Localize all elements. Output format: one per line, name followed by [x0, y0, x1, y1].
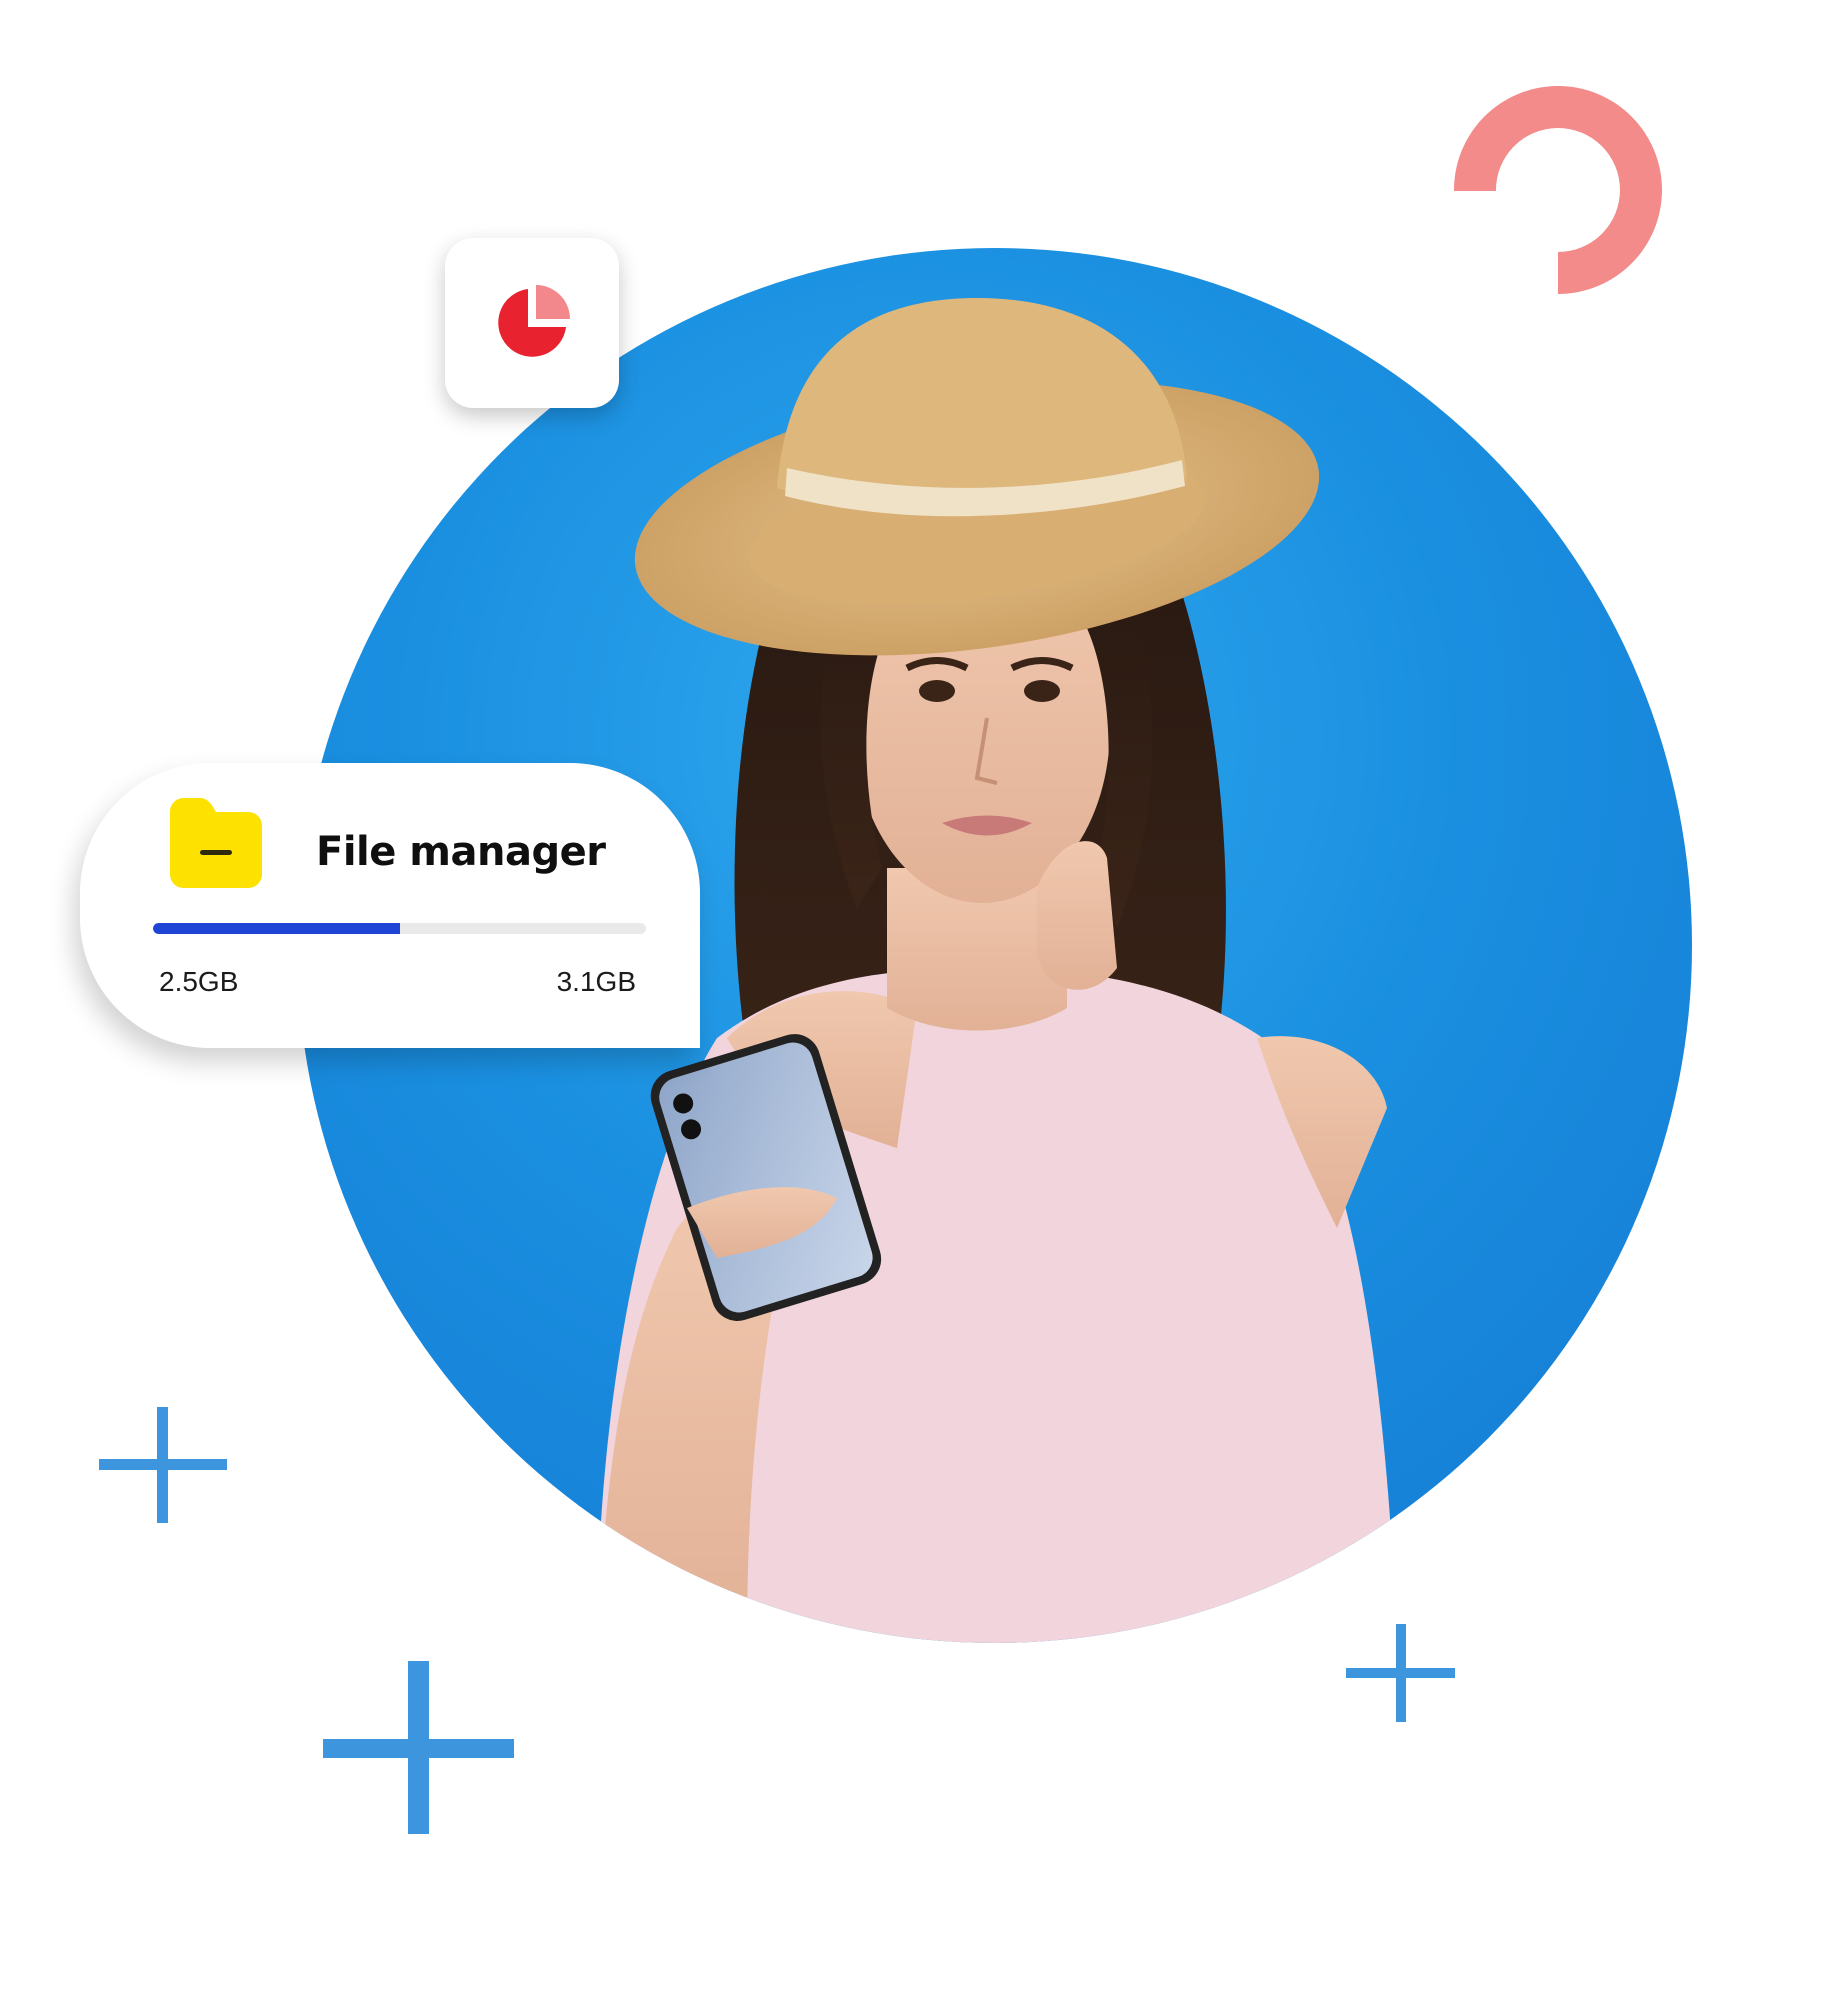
plus-decoration-right	[1346, 1624, 1455, 1722]
folder-icon	[170, 798, 262, 888]
storage-total-label: 3.1GB	[556, 966, 636, 997]
storage-progress-bar	[153, 923, 646, 934]
file-manager-title: File manager	[316, 829, 606, 875]
storage-progress-fill	[153, 923, 400, 934]
storage-pie-card[interactable]	[445, 238, 619, 408]
storage-used-label: 2.5GB	[159, 966, 239, 997]
file-manager-card[interactable]: File manager 2.5GB 3.1GB	[80, 763, 700, 1048]
plus-decoration-bottom	[323, 1661, 514, 1834]
plus-decoration-left	[99, 1407, 227, 1523]
pie-chart-icon	[498, 285, 570, 357]
